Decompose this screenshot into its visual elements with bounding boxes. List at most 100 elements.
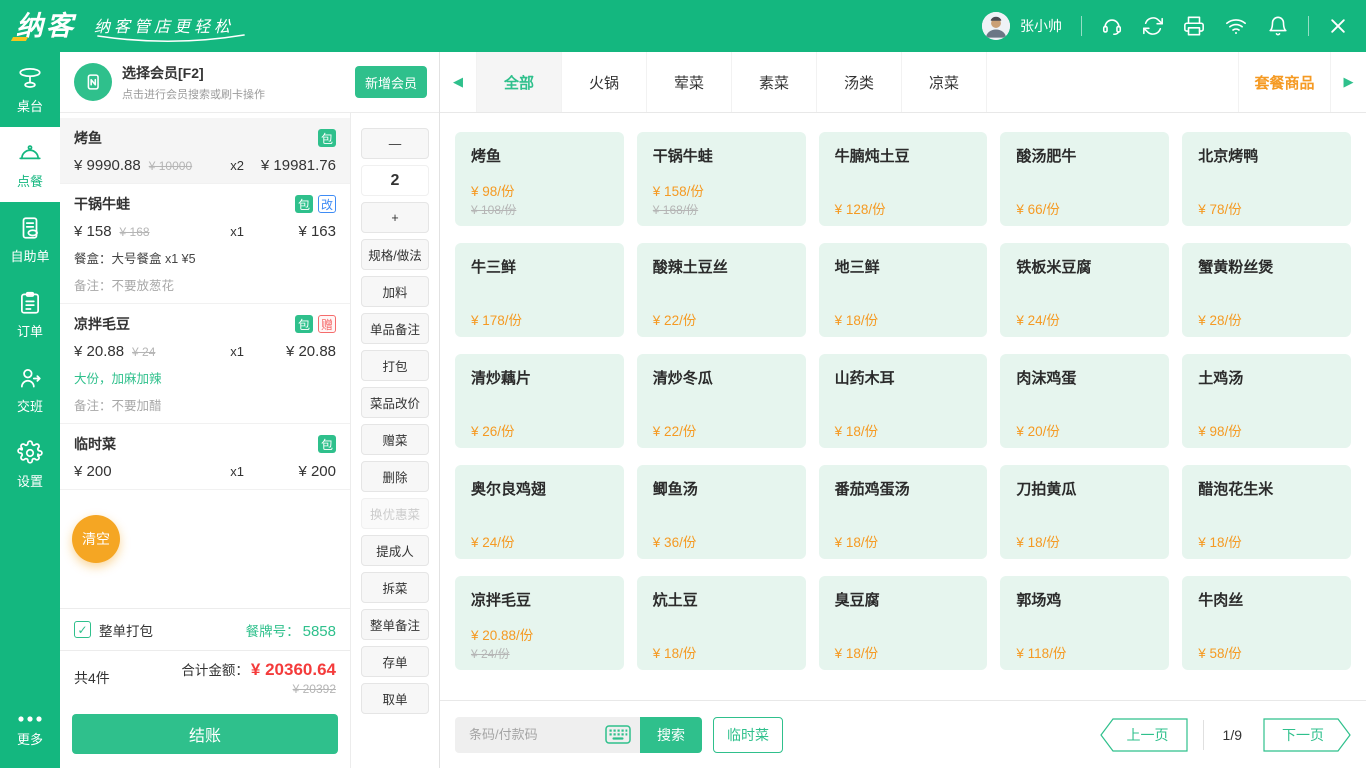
order-panel: 烤鱼 包 ¥ 9990.88 ¥ 10000 x2 ¥ 19981.76 干锅牛…	[60, 113, 351, 768]
dish-card[interactable]: 土鸡汤¥ 98/份	[1182, 354, 1351, 448]
order-item-addon: 餐盒：大号餐盒 x1 ¥5	[74, 248, 336, 267]
dish-card[interactable]: 番茄鸡蛋汤¥ 18/份	[819, 465, 988, 559]
dish-card[interactable]: 酸汤肥牛¥ 66/份	[1000, 132, 1169, 226]
decrease-qty-button[interactable]: —	[361, 128, 429, 159]
dish-card[interactable]: 烤鱼¥ 98/份¥ 108/份	[455, 132, 624, 226]
dish-name: 酸汤肥牛	[1016, 145, 1153, 166]
dish-old-price: ¥ 168/份	[653, 201, 790, 218]
search-button[interactable]: 搜索	[640, 717, 702, 753]
tab-meat[interactable]: 荤菜	[646, 52, 731, 112]
close-icon[interactable]	[1328, 16, 1348, 36]
tabs-scroll-left-icon[interactable]: ◀	[440, 52, 476, 112]
gift-dish-button[interactable]: 赠菜	[361, 424, 429, 455]
dish-card[interactable]: 干锅牛蛙¥ 158/份¥ 168/份	[637, 132, 806, 226]
dish-name: 北京烤鸭	[1198, 145, 1335, 166]
dish-grid: 烤鱼¥ 98/份¥ 108/份 干锅牛蛙¥ 158/份¥ 168/份 牛腩炖土豆…	[440, 113, 1366, 700]
tagline-underline	[96, 33, 246, 45]
split-dish-button[interactable]: 拆菜	[361, 572, 429, 603]
dish-card[interactable]: 郭场鸡¥ 118/份	[1000, 576, 1169, 670]
add-ingredient-button[interactable]: 加料	[361, 276, 429, 307]
temporary-dish-button[interactable]: 临时菜	[713, 717, 783, 753]
dish-card[interactable]: 铁板米豆腐¥ 24/份	[1000, 243, 1169, 337]
add-member-button[interactable]: 新增会员	[355, 66, 427, 98]
order-item-qty: x2	[230, 158, 244, 173]
barcode-input[interactable]	[467, 726, 605, 743]
sidebar-item-settings[interactable]: 设置	[0, 427, 60, 502]
logo-text: 纳客	[16, 11, 76, 41]
dish-card[interactable]: 鲫鱼汤¥ 36/份	[637, 465, 806, 559]
order-item-name: 烤鱼	[74, 128, 313, 148]
sidebar-item-label: 设置	[17, 471, 43, 490]
dish-card[interactable]: 蟹黄粉丝煲¥ 28/份	[1182, 243, 1351, 337]
dish-card[interactable]: 炕土豆¥ 18/份	[637, 576, 806, 670]
dish-card[interactable]: 北京烤鸭¥ 78/份	[1182, 132, 1351, 226]
printer-icon[interactable]	[1183, 15, 1205, 37]
dish-card[interactable]: 刀拍黄瓜¥ 18/份	[1000, 465, 1169, 559]
checkout-button[interactable]: 结账	[72, 714, 338, 754]
dish-card[interactable]: 牛肉丝¥ 58/份	[1182, 576, 1351, 670]
dish-card[interactable]: 酸辣土豆丝¥ 22/份	[637, 243, 806, 337]
change-price-button[interactable]: 菜品改价	[361, 387, 429, 418]
dish-price: ¥ 58/份	[1198, 642, 1335, 662]
keyboard-icon[interactable]	[605, 725, 631, 744]
avatar[interactable]	[982, 12, 1010, 40]
dish-card[interactable]: 清炒冬瓜¥ 22/份	[637, 354, 806, 448]
next-page-button[interactable]: 下一页	[1263, 718, 1351, 752]
dish-card[interactable]: 奥尔良鸡翅¥ 24/份	[455, 465, 624, 559]
clear-order-button[interactable]: 清空	[72, 515, 120, 563]
sidebar-item-order-food[interactable]: 点餐	[0, 127, 60, 202]
tab-hotpot[interactable]: 火锅	[561, 52, 646, 112]
sidebar-item-more[interactable]: 更多	[0, 702, 60, 760]
dish-name: 炕土豆	[653, 589, 790, 610]
dish-card[interactable]: 地三鲜¥ 18/份	[819, 243, 988, 337]
delete-button[interactable]: 删除	[361, 461, 429, 492]
dish-card[interactable]: 清炒藕片¥ 26/份	[455, 354, 624, 448]
bell-icon[interactable]	[1267, 15, 1289, 37]
order-item[interactable]: 临时菜 包 ¥ 200 x1 ¥ 200	[60, 424, 350, 490]
pack-whole-order-checkbox[interactable]: ✓	[74, 621, 91, 638]
commission-person-button[interactable]: 提成人	[361, 535, 429, 566]
tab-cold[interactable]: 凉菜	[901, 52, 986, 112]
item-note-button[interactable]: 单品备注	[361, 313, 429, 344]
dish-card[interactable]: 臭豆腐¥ 18/份	[819, 576, 988, 670]
member-select-bar[interactable]: 选择会员[F2] 点击进行会员搜索或刷卡操作 新增会员	[60, 52, 439, 113]
dish-card[interactable]: 牛腩炖土豆¥ 128/份	[819, 132, 988, 226]
increase-qty-button[interactable]: +	[361, 202, 429, 233]
tabs-scroll-right-icon[interactable]: ▶	[1330, 52, 1366, 112]
dish-card[interactable]: 牛三鲜¥ 178/份	[455, 243, 624, 337]
dish-card[interactable]: 凉拌毛豆¥ 20.88/份¥ 24/份	[455, 576, 624, 670]
tab-all[interactable]: 全部	[476, 52, 561, 112]
pack-whole-order-label: 整单打包	[99, 620, 153, 640]
sidebar-item-orders[interactable]: 订单	[0, 277, 60, 352]
wifi-icon[interactable]	[1224, 15, 1248, 37]
sync-icon[interactable]	[1142, 15, 1164, 37]
order-item[interactable]: 干锅牛蛙 包 改 ¥ 158 ¥ 168 x1 ¥ 163 餐盒：大号餐盒 x1…	[60, 184, 350, 304]
sidebar-item-tables[interactable]: 桌台	[0, 52, 60, 127]
spec-method-button[interactable]: 规格/做法	[361, 239, 429, 270]
order-item[interactable]: 凉拌毛豆 包 赠 ¥ 20.88 ¥ 24 x1 ¥ 20.88 大份，加麻加辣…	[60, 304, 350, 424]
table-icon	[17, 65, 43, 91]
order-item-total: ¥ 19981.76	[244, 157, 336, 174]
customer-service-icon[interactable]	[1101, 15, 1123, 37]
dish-price: ¥ 18/份	[1016, 531, 1153, 551]
tab-combo-products[interactable]: 套餐商品	[1238, 52, 1330, 112]
save-order-button[interactable]: 存单	[361, 646, 429, 677]
whole-order-note-button[interactable]: 整单备注	[361, 609, 429, 640]
prev-page-button[interactable]: 上一页	[1100, 718, 1188, 752]
pagination: 上一页 1/9 下一页	[1100, 718, 1351, 752]
dish-card[interactable]: 肉沫鸡蛋¥ 20/份	[1000, 354, 1169, 448]
tab-vegetable[interactable]: 素菜	[731, 52, 816, 112]
menu-region: ◀ 全部 火锅 荤菜 素菜 汤类 凉菜 套餐商品 ▶ 烤鱼¥ 98/份¥ 108…	[440, 52, 1366, 768]
sidebar-item-self-order[interactable]: 自助单	[0, 202, 60, 277]
order-item-note: 备注：不要加醋	[74, 395, 336, 414]
dish-price: ¥ 24/份	[471, 531, 608, 551]
dish-card[interactable]: 山药木耳¥ 18/份	[819, 354, 988, 448]
dish-name: 肉沫鸡蛋	[1016, 367, 1153, 388]
order-item[interactable]: 烤鱼 包 ¥ 9990.88 ¥ 10000 x2 ¥ 19981.76	[60, 118, 350, 184]
pack-button[interactable]: 打包	[361, 350, 429, 381]
tab-soup[interactable]: 汤类	[816, 52, 901, 112]
dish-name: 土鸡汤	[1198, 367, 1335, 388]
sidebar-item-shift[interactable]: 交班	[0, 352, 60, 427]
dish-card[interactable]: 醋泡花生米¥ 18/份	[1182, 465, 1351, 559]
retrieve-order-button[interactable]: 取单	[361, 683, 429, 714]
